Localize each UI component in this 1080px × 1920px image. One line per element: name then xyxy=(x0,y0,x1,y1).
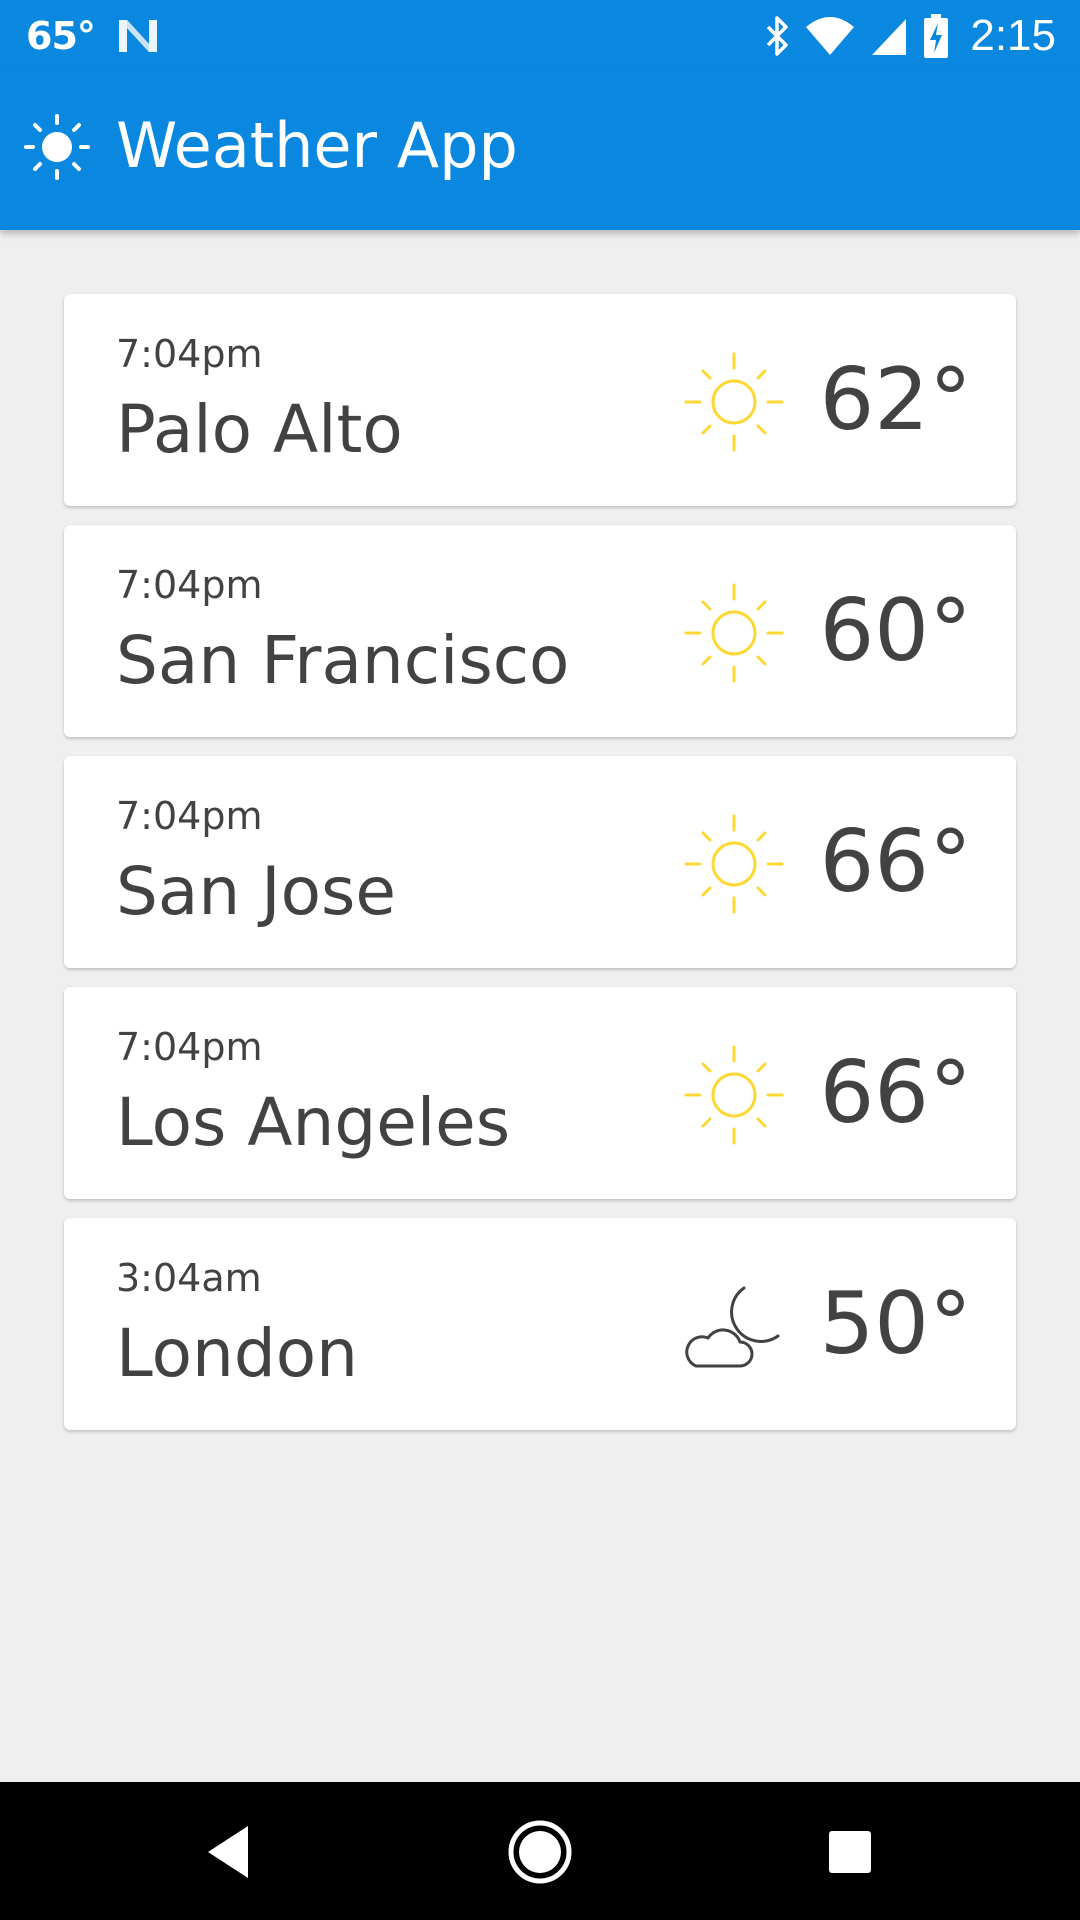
local-time: 3:04am xyxy=(116,1256,262,1300)
n-logo-icon xyxy=(118,20,157,52)
temperature: 50° xyxy=(819,1274,972,1374)
back-icon[interactable] xyxy=(190,1812,270,1892)
sun-icon xyxy=(24,114,90,180)
status-right: 2:15 xyxy=(764,10,1056,62)
sun-icon xyxy=(684,1045,784,1145)
status-time: 2:15 xyxy=(970,11,1056,60)
bluetooth-icon xyxy=(767,16,789,56)
city-card-san-jose[interactable]: 7:04pm San Jose 66° xyxy=(64,756,1016,968)
temperature: 62° xyxy=(819,350,972,450)
app-title: Weather App xyxy=(116,109,518,182)
sun-icon xyxy=(684,583,784,683)
city-card-london[interactable]: 3:04am London 50° xyxy=(64,1218,1016,1430)
city-name: San Jose xyxy=(116,853,396,930)
city-card-san-francisco[interactable]: 7:04pm San Francisco 60° xyxy=(64,525,1016,737)
status-temperature: 65° xyxy=(26,14,96,58)
sun-icon xyxy=(684,814,784,914)
home-icon[interactable] xyxy=(500,1812,580,1892)
cell-signal-icon xyxy=(872,19,907,55)
city-name: London xyxy=(116,1315,358,1392)
battery-charging-icon xyxy=(924,14,949,58)
local-time: 7:04pm xyxy=(116,794,263,838)
sun-icon xyxy=(684,352,784,452)
city-name: Palo Alto xyxy=(116,391,403,468)
city-name: San Francisco xyxy=(116,622,570,699)
city-card-palo-alto[interactable]: 7:04pm Palo Alto 62° xyxy=(64,294,1016,506)
temperature: 60° xyxy=(819,581,972,681)
temperature: 66° xyxy=(819,1043,972,1143)
app-bar: Weather App xyxy=(0,72,1080,230)
local-time: 7:04pm xyxy=(116,563,263,607)
navigation-bar xyxy=(0,1782,1080,1920)
cloudy-night-icon xyxy=(685,1286,780,1368)
city-list: 7:04pm Palo Alto 62° 7:04pm San Francisc… xyxy=(64,294,1016,1449)
local-time: 7:04pm xyxy=(116,1025,263,1069)
local-time: 7:04pm xyxy=(116,332,263,376)
city-name: Los Angeles xyxy=(116,1084,511,1161)
recents-icon[interactable] xyxy=(810,1812,890,1892)
temperature: 66° xyxy=(819,812,972,912)
wifi-icon xyxy=(806,17,855,55)
city-card-los-angeles[interactable]: 7:04pm Los Angeles 66° xyxy=(64,987,1016,1199)
status-left: 65° xyxy=(26,14,159,58)
status-bar: 65° 2:15 xyxy=(0,0,1080,72)
